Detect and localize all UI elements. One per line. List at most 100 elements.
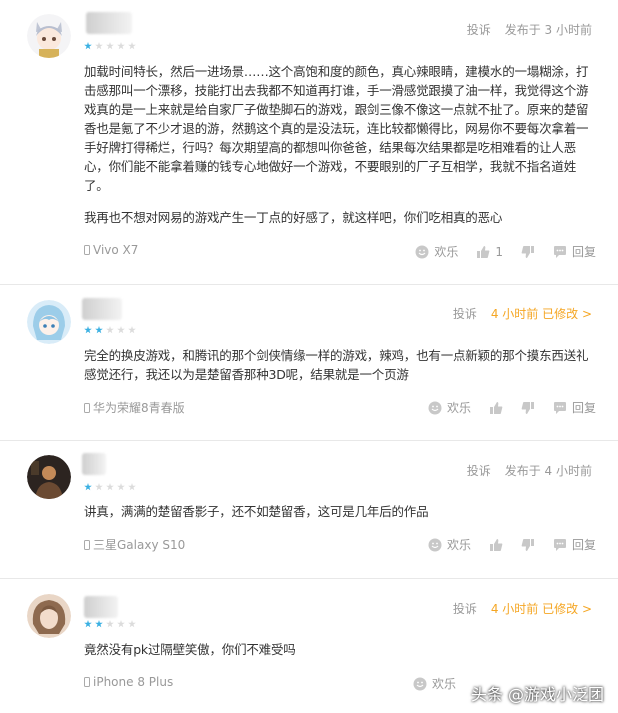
avatar[interactable] <box>27 455 71 499</box>
device-name: 三星Galaxy S10 <box>93 538 186 552</box>
review-actions: 欢乐 回复 <box>428 399 596 416</box>
review-actions: 欢乐 <box>413 675 456 692</box>
username-blurred[interactable] <box>82 298 122 320</box>
reply-button[interactable]: 回复 <box>553 536 596 553</box>
review-body: 加载时间特长，然后一进场景……这个高饱和度的颜色，真心辣眼睛，建模水的一塌糊涂，… <box>84 62 596 237</box>
star-icon <box>117 326 125 334</box>
phone-icon <box>84 677 90 687</box>
happy-button[interactable]: 欢乐 <box>428 399 471 416</box>
divider <box>0 440 618 441</box>
thumbs-down-icon <box>521 538 534 551</box>
thumbs-down-icon <box>521 401 534 414</box>
star-icon <box>84 483 92 491</box>
star-icon <box>106 42 114 50</box>
edited-time-link[interactable]: 4 小时前 已修改 > <box>491 305 592 322</box>
username-blurred[interactable] <box>82 453 106 475</box>
star-icon <box>128 42 136 50</box>
review-paragraph: 完全的换皮游戏，和腾讯的那个剑侠情缘一样的游戏，辣鸡，也有一点新颖的那个摸东西送… <box>84 348 589 382</box>
thumbs-up-icon <box>489 538 503 551</box>
happy-label: 欢乐 <box>446 401 471 415</box>
like-button[interactable]: 1 <box>476 245 503 259</box>
device-name: Vivo X7 <box>93 243 139 257</box>
edited-time-link[interactable]: 4 小时前 已修改 > <box>491 600 592 617</box>
reply-icon <box>553 245 566 258</box>
happy-button[interactable]: 欢乐 <box>413 675 456 692</box>
thumbs-up-icon <box>489 401 503 414</box>
happy-label: 欢乐 <box>434 245 459 259</box>
reply-button[interactable]: 回复 <box>553 399 596 416</box>
avatar[interactable] <box>27 594 71 638</box>
post-time: 发布于 4 小时前 <box>504 464 592 478</box>
review-paragraph: 竟然没有pk过隔壁笑傲，你们不难受吗 <box>84 642 296 657</box>
review-body: 完全的换皮游戏，和腾讯的那个剑侠情缘一样的游戏，辣鸡，也有一点新颖的那个摸东西送… <box>84 346 596 394</box>
like-button[interactable] <box>489 538 503 552</box>
review-actions: 欢乐 1 回复 <box>415 243 596 260</box>
report-button[interactable]: 投诉 <box>453 600 477 617</box>
device-label: 华为荣耀8青春版 <box>84 399 185 416</box>
reply-icon <box>553 538 566 551</box>
star-icon <box>84 620 92 628</box>
review-meta: 投诉 4 小时前 已修改 > <box>453 305 592 322</box>
star-icon <box>95 42 103 50</box>
reply-label: 回复 <box>571 538 596 552</box>
review-meta: 投诉 发布于 3 小时前 <box>467 21 592 38</box>
divider <box>0 284 618 285</box>
review-footer: Vivo X7 欢乐 1 回复 <box>84 243 596 261</box>
star-icon <box>117 483 125 491</box>
star-icon <box>95 326 103 334</box>
rating-stars <box>84 483 136 491</box>
device-name: iPhone 8 Plus <box>93 675 174 689</box>
review-paragraph: 讲真，满满的楚留香影子，还不如楚留香，这可是几年后的作品 <box>84 504 429 519</box>
avatar[interactable] <box>27 300 71 344</box>
star-icon <box>84 326 92 334</box>
device-label: Vivo X7 <box>84 243 138 257</box>
star-icon <box>128 326 136 334</box>
star-icon <box>106 326 114 334</box>
username-blurred[interactable] <box>86 12 132 34</box>
star-icon <box>106 483 114 491</box>
username-blurred[interactable] <box>84 596 118 618</box>
smile-icon <box>428 401 442 414</box>
dislike-button[interactable] <box>521 401 535 415</box>
reply-label: 回复 <box>571 245 596 259</box>
thumbs-down-icon <box>521 245 534 258</box>
review-paragraph: 加载时间特长，然后一进场景……这个高饱和度的颜色，真心辣眼睛，建模水的一塌糊涂，… <box>84 64 589 193</box>
happy-button[interactable]: 欢乐 <box>428 536 471 553</box>
star-icon <box>117 42 125 50</box>
report-button[interactable]: 投诉 <box>453 305 477 322</box>
happy-button[interactable]: 欢乐 <box>415 243 458 260</box>
like-count: 1 <box>495 244 503 259</box>
report-button[interactable]: 投诉 <box>467 462 491 479</box>
reply-label: 回复 <box>571 401 596 415</box>
device-label: iPhone 8 Plus <box>84 675 173 689</box>
divider <box>0 578 618 579</box>
smile-icon <box>428 538 442 551</box>
avatar[interactable] <box>27 14 71 58</box>
report-button[interactable]: 投诉 <box>467 21 491 38</box>
dislike-button[interactable] <box>521 538 535 552</box>
phone-icon <box>84 245 90 255</box>
star-icon <box>128 620 136 628</box>
rating-stars <box>84 326 136 334</box>
review-meta: 投诉 4 小时前 已修改 > <box>453 600 592 617</box>
review-paragraph: 我再也不想对网易的游戏产生一丁点的好感了，就这样吧，你们吃相真的恶心 <box>84 210 503 225</box>
post-time: 发布于 3 小时前 <box>504 23 592 37</box>
reply-button[interactable]: 回复 <box>553 243 596 260</box>
review-footer: 华为荣耀8青春版 欢乐 回复 <box>84 399 596 417</box>
smile-icon <box>415 245 429 258</box>
phone-icon <box>84 539 90 550</box>
star-icon <box>95 483 103 491</box>
star-icon <box>117 620 125 628</box>
review-meta: 投诉 发布于 4 小时前 <box>467 462 592 479</box>
like-button[interactable] <box>489 401 503 415</box>
star-icon <box>128 483 136 491</box>
dislike-button[interactable] <box>521 245 535 259</box>
star-icon <box>84 42 92 50</box>
thumbs-up-icon <box>477 245 490 258</box>
phone-icon <box>84 402 90 413</box>
star-icon <box>106 620 114 628</box>
rating-stars <box>84 620 136 628</box>
smile-icon <box>413 677 427 690</box>
review-actions: 欢乐 回复 <box>428 536 596 553</box>
reply-icon <box>553 401 566 414</box>
